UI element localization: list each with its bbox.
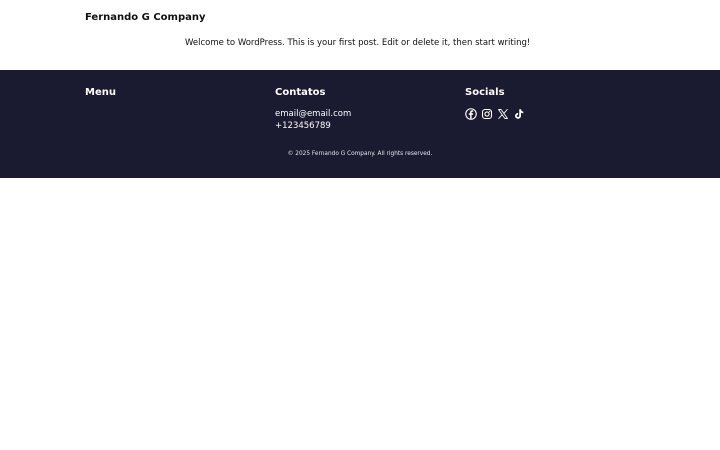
- facebook-icon[interactable]: [465, 108, 477, 120]
- copyright-text: © 2025 Fernando G Company. All rights re…: [287, 151, 433, 157]
- contact-phone-link[interactable]: +123456789: [275, 121, 331, 131]
- site-header: Fernando G Company Welcome to WordPress.…: [0, 0, 720, 70]
- socials-heading: Socials: [465, 87, 505, 98]
- contacts-heading: Contatos: [275, 87, 326, 98]
- site-footer: Menu Contatos email@email.com +123456789…: [0, 70, 720, 178]
- tiktok-icon[interactable]: [513, 108, 525, 120]
- menu-heading: Menu: [85, 87, 116, 98]
- social-links: [465, 108, 525, 120]
- site-title-link[interactable]: Fernando G Company: [85, 12, 206, 23]
- post-content: Welcome to WordPress. This is your first…: [185, 38, 531, 48]
- instagram-icon[interactable]: [481, 108, 493, 120]
- x-icon[interactable]: [497, 108, 509, 120]
- contact-email-link[interactable]: email@email.com: [275, 109, 351, 119]
